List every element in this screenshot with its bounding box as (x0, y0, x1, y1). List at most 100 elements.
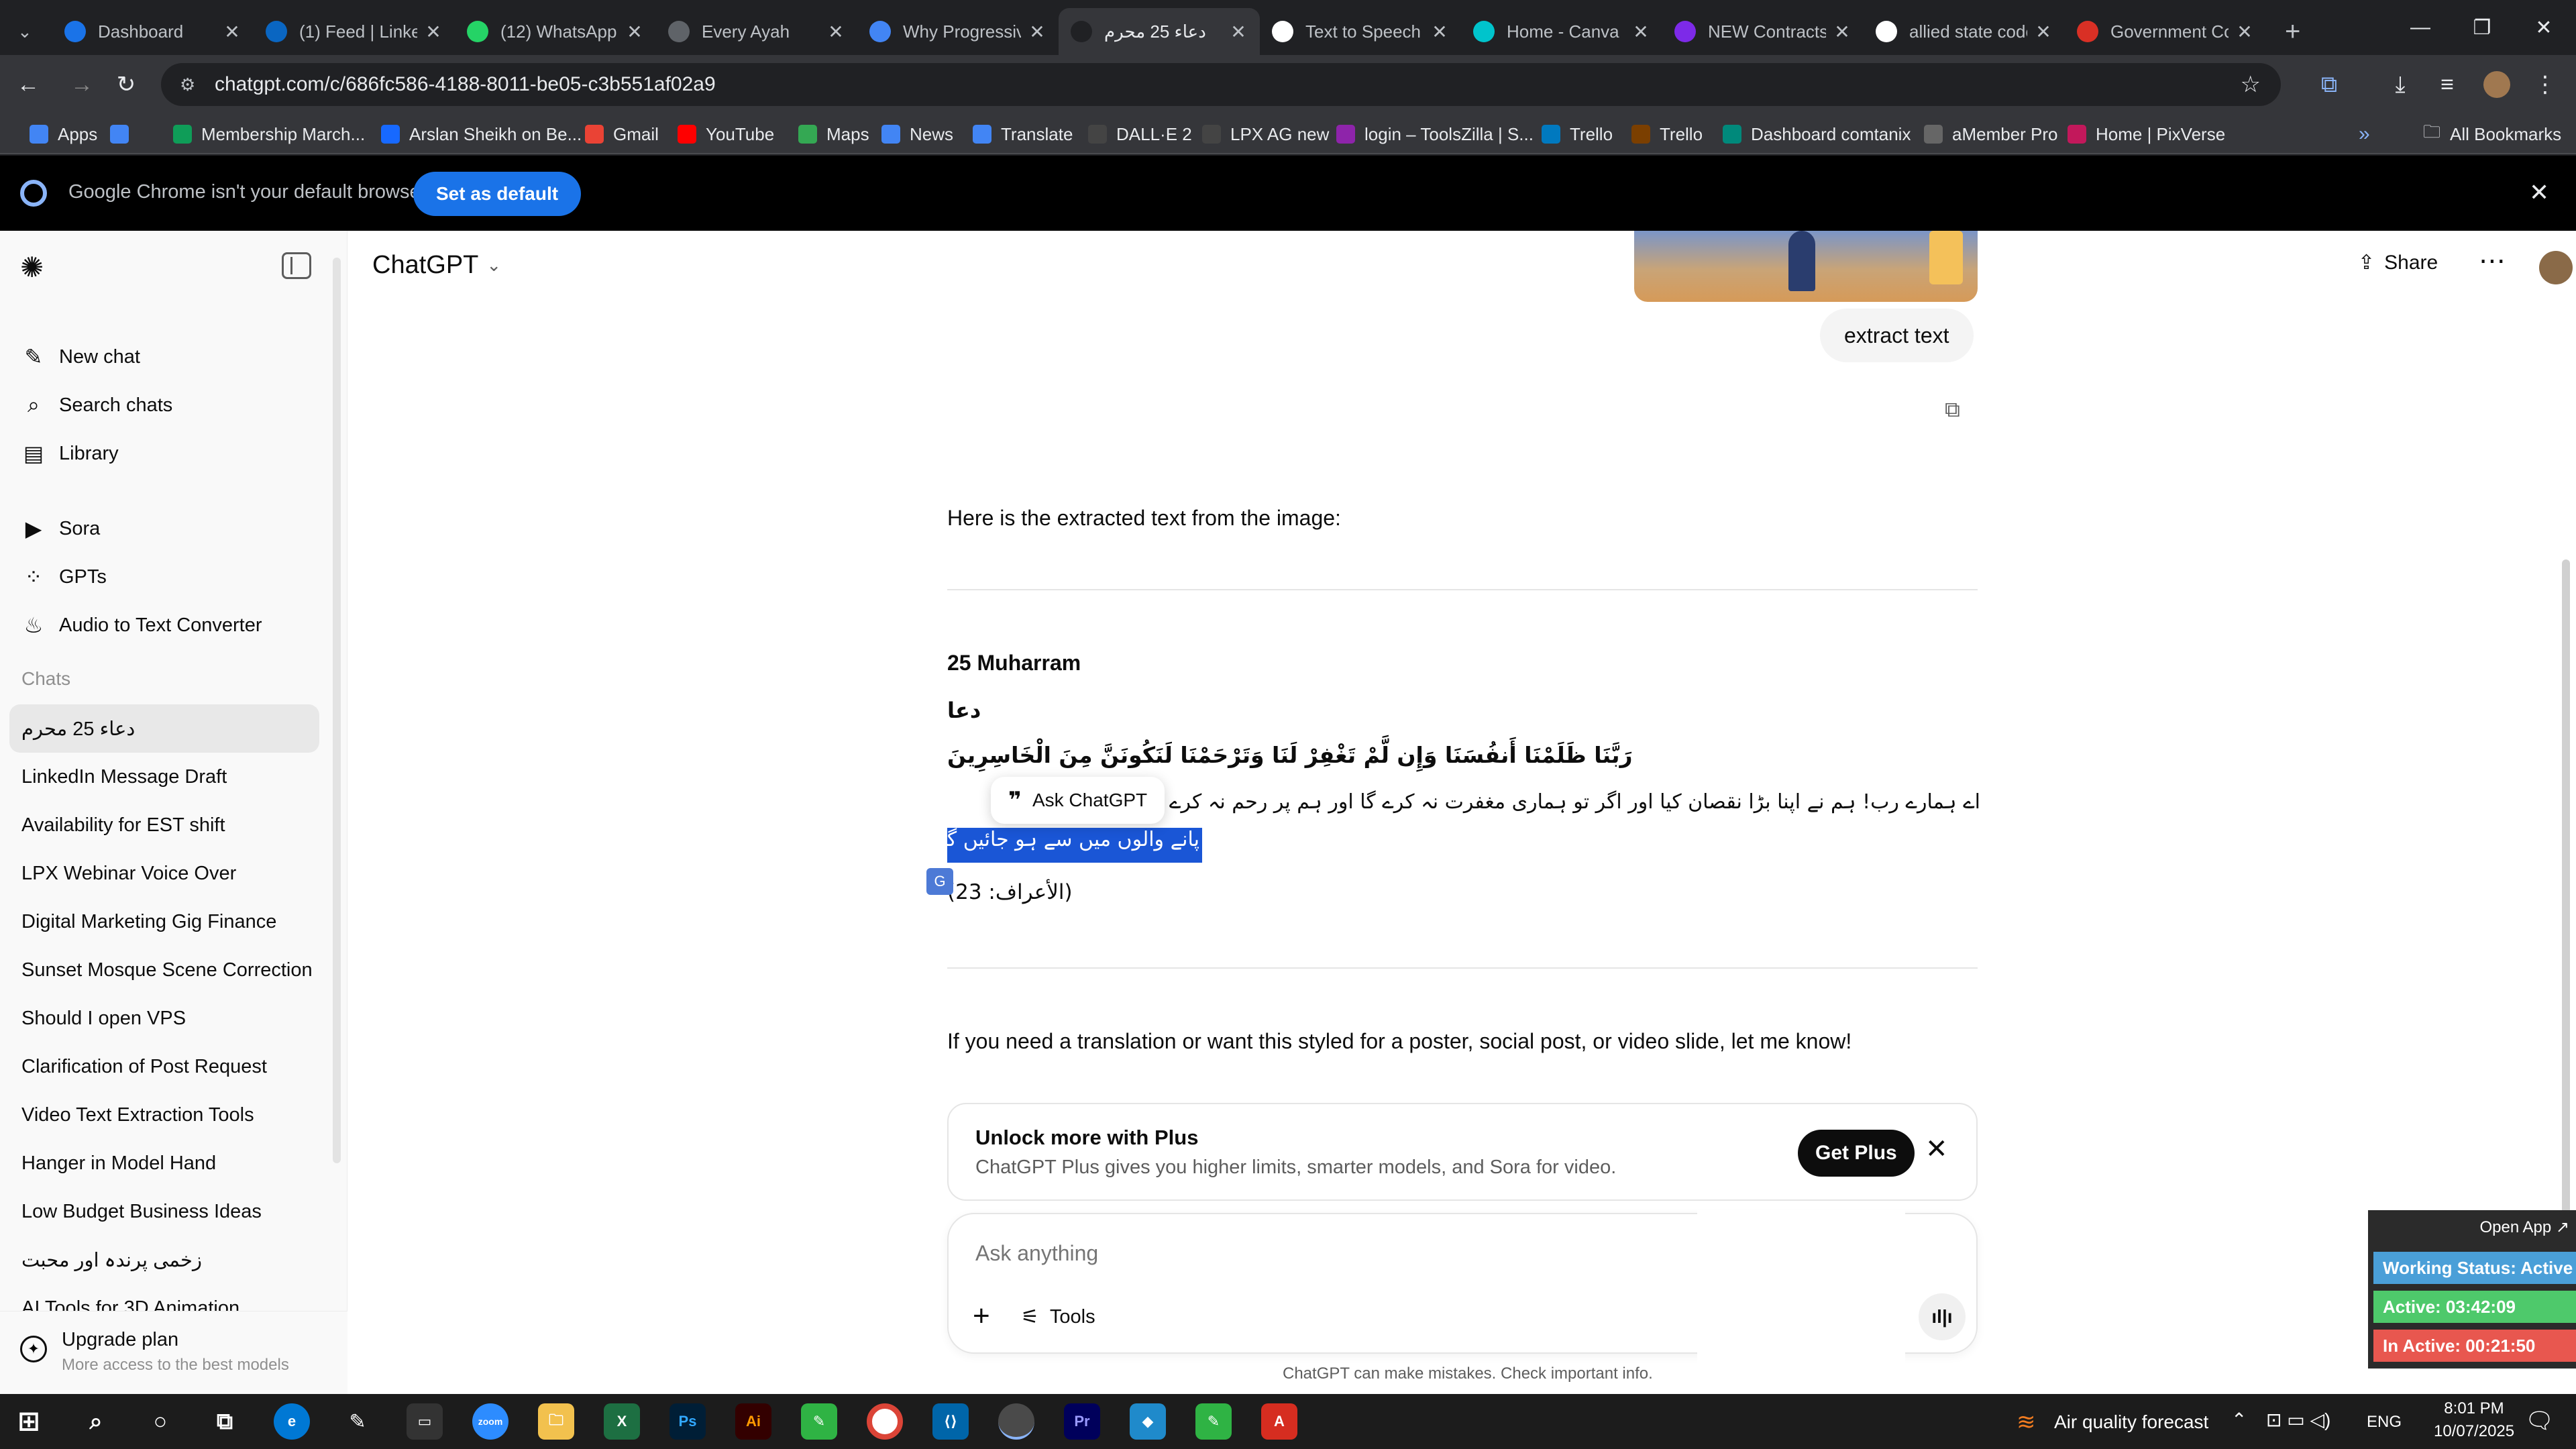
browser-tab[interactable]: Home - Canva ✕ (1461, 8, 1662, 55)
sidebar-item[interactable]: ▤ Library (20, 433, 119, 474)
user-avatar[interactable] (2539, 251, 2573, 284)
bookmark-star-icon[interactable]: ☆ (2241, 71, 2261, 98)
premiere-icon[interactable]: Pr (1064, 1403, 1100, 1440)
browser-tab[interactable]: Text to Speech ✕ (1260, 8, 1461, 55)
browser-tab[interactable]: (12) WhatsApp ✕ (455, 8, 656, 55)
app-green-icon[interactable]: ✎ (801, 1403, 837, 1440)
file-explorer-icon[interactable]: 🗀 (538, 1403, 574, 1440)
chat-history-item[interactable]: Sunset Mosque Scene Correction (9, 946, 319, 994)
browser-tab[interactable]: Why Progressive ✕ (857, 8, 1059, 55)
bookmark-item[interactable]: LPX AG new (1202, 122, 1329, 146)
chat-history-item[interactable]: LPX Webinar Voice Over (9, 849, 319, 898)
translate-icon[interactable]: G (926, 868, 953, 895)
bookmark-item[interactable] (110, 122, 138, 146)
copy-message-icon[interactable]: ⧉ (1945, 397, 1969, 421)
profile-button[interactable] (2482, 70, 2512, 99)
language-indicator[interactable]: ENG (2367, 1413, 2402, 1432)
bookmark-item[interactable]: Maps (798, 122, 869, 146)
all-bookmarks-button[interactable]: 🗀 All Bookmarks (2423, 121, 2561, 146)
chat-history-item[interactable]: Hanger in Model Hand (9, 1139, 319, 1187)
back-button[interactable]: ← (13, 70, 43, 99)
ask-chatgpt-popover[interactable]: ❞ Ask ChatGPT (991, 777, 1165, 824)
site-info-icon[interactable]: ⚙ (180, 74, 200, 95)
forward-button[interactable]: → (67, 70, 97, 99)
tab-close-icon[interactable]: ✕ (826, 21, 845, 43)
sidebar-toggle-icon[interactable] (282, 252, 311, 279)
openai-logo-icon[interactable]: ✺ (20, 251, 50, 283)
chrome-active-icon[interactable] (998, 1403, 1034, 1440)
attach-plus-icon[interactable]: + (973, 1301, 990, 1331)
sidebar-item[interactable]: ⁘ GPTs (20, 557, 107, 597)
tools-button[interactable]: ⚟ Tools (1021, 1301, 1095, 1332)
bookmark-item[interactable]: Dashboard comtanix (1723, 122, 1911, 146)
tab-close-icon[interactable]: ✕ (1430, 21, 1449, 43)
chat-history-item[interactable]: Availability for EST shift (9, 801, 319, 849)
sidebar-item[interactable]: ⌕ Search chats (20, 385, 172, 425)
chrome-taskbar-icon[interactable] (867, 1403, 903, 1440)
bookmark-item[interactable]: Arslan Sheikh on Be... (381, 122, 582, 146)
chat-history-item[interactable]: Digital Marketing Gig Finance (9, 898, 319, 946)
more-bookmarks-button[interactable]: » (2359, 122, 2370, 146)
share-button[interactable]: ⇪ Share (2358, 251, 2438, 274)
app-green2-icon[interactable]: ✎ (1195, 1403, 1232, 1440)
extensions-button[interactable]: ⧉ (2314, 70, 2344, 99)
chat-history-item[interactable]: Should I open VPS (9, 994, 319, 1042)
browser-tab[interactable]: دعاء 25 محرم ✕ (1059, 8, 1260, 55)
tab-close-icon[interactable]: ✕ (1833, 21, 1851, 43)
clock-time[interactable]: 8:01 PM (2434, 1399, 2514, 1418)
clock-date[interactable]: 10/07/2025 (2434, 1422, 2514, 1441)
chat-history-item[interactable]: LinkedIn Message Draft (9, 753, 319, 801)
bookmark-item[interactable]: Translate (973, 122, 1073, 146)
sidebar-item[interactable]: ✎ New chat (20, 337, 140, 377)
app-blue-icon[interactable]: ◆ (1130, 1403, 1166, 1440)
excel-icon[interactable]: X (604, 1403, 640, 1440)
terminal-icon[interactable]: ▭ (407, 1403, 443, 1440)
tab-close-icon[interactable]: ✕ (1631, 21, 1650, 43)
attached-image[interactable] (1634, 231, 1978, 302)
weather-icon[interactable]: ≋ (2017, 1409, 2036, 1436)
bookmark-item[interactable]: login – ToolsZilla | S... (1336, 122, 1534, 146)
tracker-open-app[interactable]: Open App ↗ (2368, 1210, 2576, 1244)
tab-close-icon[interactable]: ✕ (2034, 21, 2053, 43)
browser-tab[interactable]: allied state code ✕ (1864, 8, 2065, 55)
close-window-button[interactable]: ✕ (2512, 0, 2576, 55)
model-selector[interactable]: ChatGPT ⌄ (372, 251, 501, 280)
weather-text[interactable]: Air quality forecast (2054, 1411, 2208, 1433)
get-plus-button[interactable]: Get Plus (1798, 1130, 1915, 1177)
browser-tab[interactable]: NEW Contracts ✕ (1662, 8, 1864, 55)
reload-button[interactable]: ↻ (111, 70, 141, 99)
voice-mode-button[interactable]: ıl|ı (1919, 1293, 1966, 1340)
task-view-icon[interactable]: ⧉ (207, 1403, 243, 1440)
browser-tab[interactable]: Government Co ✕ (2065, 8, 2266, 55)
bookmark-item[interactable]: News (881, 122, 953, 146)
address-bar[interactable]: ⚙ chatgpt.com/c/686fc586-4188-8011-be05-… (161, 63, 2281, 106)
set-default-button[interactable]: Set as default (413, 172, 582, 216)
sidebar-item[interactable]: ♨ Audio to Text Converter (20, 605, 262, 645)
tab-search-chevron-icon[interactable]: ⌄ (5, 8, 46, 55)
upgrade-plan[interactable]: ✦ Upgrade plan More access to the best m… (0, 1311, 347, 1394)
pen-icon[interactable]: ✎ (339, 1403, 376, 1440)
more-options-icon[interactable]: ⋯ (2479, 246, 2506, 276)
bookmark-item[interactable]: YouTube (678, 122, 774, 146)
bookmark-item[interactable]: DALL·E 2 (1088, 122, 1192, 146)
chat-history-item[interactable]: Video Text Extraction Tools (9, 1091, 319, 1139)
tab-close-icon[interactable]: ✕ (1229, 21, 1248, 43)
cortana-icon[interactable]: ○ (142, 1403, 178, 1440)
tab-search-button[interactable]: ≡ (2432, 70, 2462, 99)
new-tab-button[interactable]: + (2273, 8, 2312, 55)
restore-button[interactable]: ❐ (2450, 0, 2514, 55)
minimize-button[interactable]: — (2388, 0, 2453, 55)
edge-icon[interactable]: e (274, 1403, 310, 1440)
bookmark-item[interactable]: Home | PixVerse (2068, 122, 2225, 146)
notifications-icon[interactable]: 🗨 (2525, 1407, 2554, 1434)
bookmark-item[interactable]: aMember Pro (1924, 122, 2058, 146)
illustrator-icon[interactable]: Ai (735, 1403, 771, 1440)
chat-history-item[interactable]: زخمی پرندہ اور محبت (9, 1236, 319, 1284)
tab-close-icon[interactable]: ✕ (625, 21, 644, 43)
tray-chevron-icon[interactable]: ⌃ (2231, 1409, 2247, 1431)
chrome-menu-button[interactable]: ⋮ (2530, 70, 2560, 99)
vscode-icon[interactable]: ⟨⟩ (932, 1403, 969, 1440)
downloads-button[interactable]: ⤓ (2385, 70, 2415, 99)
photoshop-icon[interactable]: Ps (669, 1403, 706, 1440)
bookmark-item[interactable]: Trello (1542, 122, 1613, 146)
